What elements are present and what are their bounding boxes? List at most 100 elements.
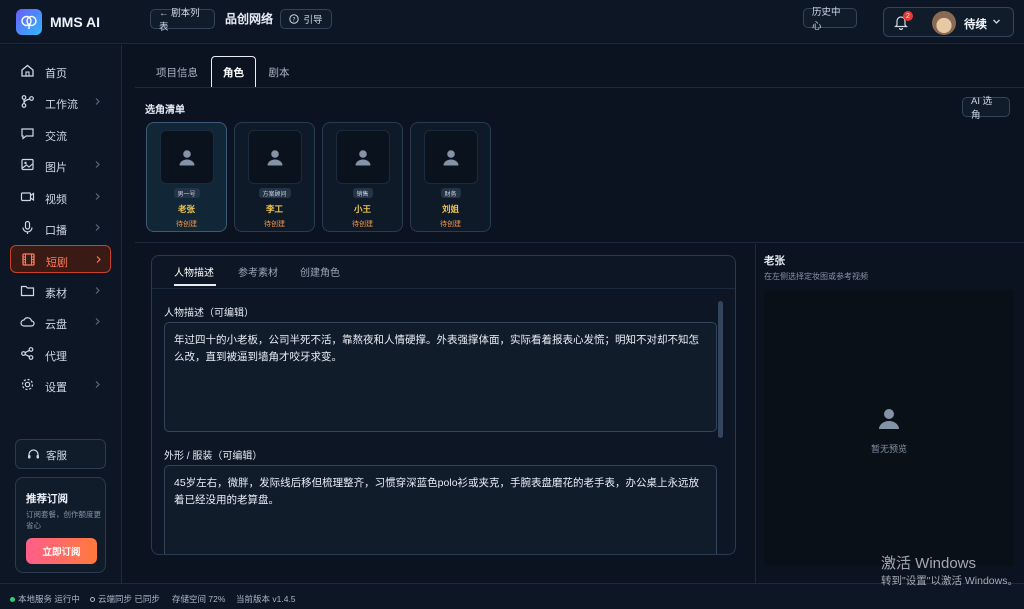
chevron-down-icon xyxy=(992,17,1001,29)
guide-label: 引导 xyxy=(303,15,323,26)
mic-icon xyxy=(20,220,35,238)
sidebar-item-label: 工作流 xyxy=(45,99,78,112)
sidebar-item-mic[interactable]: 口播 xyxy=(10,214,111,242)
role-card[interactable]: 销售 小王 待创建 xyxy=(322,122,403,232)
appearance-textarea[interactable]: 45岁左右，微胖，发际线后移但梳理整齐，习惯穿深蓝色polo衫或夹克，手腕表盘磨… xyxy=(164,465,717,554)
windows-activation-watermark: 激活 Windows xyxy=(881,555,977,572)
windows-activation-hint: 转到"设置"以激活 Windows。 xyxy=(881,575,1018,587)
sidebar-item-workflow[interactable]: 工作流 xyxy=(10,88,111,116)
role-avatar xyxy=(336,130,390,184)
chevron-right-icon xyxy=(94,160,101,172)
tab-script[interactable]: 剧本 xyxy=(261,56,297,88)
tab-character-description[interactable]: 人物描述 xyxy=(174,264,216,286)
sidebar-item-label: 代理 xyxy=(45,350,67,363)
user-menu[interactable]: 2 待续 xyxy=(883,7,1014,37)
headset-icon xyxy=(27,448,40,464)
role-tag: 销售 xyxy=(352,188,373,198)
sidebar-item-folder[interactable]: 素材 xyxy=(10,277,111,305)
subscribe-now-button[interactable]: 立即订阅 xyxy=(26,538,97,564)
status-dot-icon xyxy=(10,596,15,602)
sidebar-item-label: 首页 xyxy=(45,68,67,80)
sidebar-item-home[interactable]: 首页 xyxy=(10,57,111,85)
sidebar-item-label: 视频 xyxy=(45,193,67,206)
chat-icon xyxy=(20,126,35,144)
sidebar-item-film[interactable]: 短剧 xyxy=(10,245,111,274)
chevron-right-icon xyxy=(94,97,101,109)
appearance-label: 外形 / 服装（可编辑） xyxy=(164,451,263,462)
ai-casting-button[interactable]: AI 选角 xyxy=(962,96,1010,121)
tab-reference-material[interactable]: 参考素材 xyxy=(238,264,278,286)
preview-panel: 老张 在左侧选择定妆图或参考视频 暂无预览 xyxy=(755,244,1024,583)
sidebar-item-label: 云盘 xyxy=(45,319,67,332)
chevron-right-icon xyxy=(95,255,102,267)
local-service-status: 本地服务 运行中 xyxy=(10,593,80,605)
history-center-button[interactable]: 历史中心 xyxy=(803,7,857,32)
user-name: 待续 xyxy=(964,19,987,31)
sidebar-item-label: 设置 xyxy=(45,382,67,394)
sidebar-item-label: 素材 xyxy=(45,287,67,300)
chevron-right-icon xyxy=(94,192,101,204)
sidebar-item-video[interactable]: 视频 xyxy=(10,183,111,211)
role-status: 待创建 xyxy=(440,221,461,228)
sidebar-item-chat[interactable]: 交流 xyxy=(10,120,111,148)
guide-button[interactable]: ? 引导 xyxy=(280,9,332,29)
preview-empty-text: 暂无预览 xyxy=(870,444,907,454)
sidebar-item-share[interactable]: 代理 xyxy=(10,340,111,368)
user-placeholder-icon xyxy=(267,150,283,166)
chevron-right-icon xyxy=(94,317,101,329)
description-label: 人物描述（可编辑） xyxy=(164,308,254,319)
sidebar-item-label: 口播 xyxy=(45,225,67,237)
role-card[interactable]: 方案顾问 李工 待创建 xyxy=(234,122,315,232)
app-logo[interactable]: MMS AI xyxy=(16,9,100,35)
tab-roles[interactable]: 角色 xyxy=(211,56,256,88)
role-card[interactable]: 财务 刘姐 待创建 xyxy=(410,122,491,232)
role-name: 刘姐 xyxy=(441,204,459,214)
version-label: 当前版本 v1.4.5 xyxy=(236,594,296,604)
back-to-script-list-button[interactable]: ← 剧本列表 xyxy=(150,8,215,33)
role-name: 小王 xyxy=(353,204,371,214)
role-tag: 财务 xyxy=(440,188,461,198)
sidebar: 首页工作流交流图片视频口播短剧素材云盘代理设置 客服 推荐订阅 订阅套餐，创作额… xyxy=(0,45,122,583)
role-status: 待创建 xyxy=(176,221,197,228)
scrollbar[interactable] xyxy=(718,301,723,438)
description-textarea[interactable]: 年过四十的小老板，公司半死不活，靠熬夜和人情硬撑。外表强撑体面，实际看着报表心发… xyxy=(164,322,717,432)
sidebar-item-image[interactable]: 图片 xyxy=(10,151,111,179)
avatar[interactable] xyxy=(932,11,956,35)
subscription-card: 推荐订阅 订阅套餐，创作额度更省心 立即订阅 xyxy=(15,477,106,573)
tab-create-character[interactable]: 创建角色 xyxy=(300,264,340,286)
user-placeholder-icon xyxy=(877,406,901,433)
preview-area: 暂无预览 xyxy=(764,290,1014,566)
sidebar-item-cloud[interactable]: 云盘 xyxy=(10,308,111,336)
top-bar: MMS AI ← 剧本列表 品创网络 ? 引导 历史中心 2 待续 xyxy=(0,0,1024,44)
folder-icon xyxy=(20,283,35,301)
user-placeholder-icon xyxy=(179,150,195,166)
character-detail-panel: 人物描述 参考素材 创建角色 人物描述（可编辑） 年过四十的小老板，公司半死不活… xyxy=(151,255,736,555)
gear-icon xyxy=(20,377,35,395)
role-avatar xyxy=(160,130,214,184)
chevron-right-icon xyxy=(94,380,101,392)
video-icon xyxy=(20,189,35,207)
sidebar-item-label: 交流 xyxy=(45,130,67,143)
section-divider xyxy=(135,242,1024,243)
customer-service-button[interactable]: 客服 xyxy=(15,439,106,469)
page-title: 品创网络 xyxy=(225,12,274,26)
tab-project-info[interactable]: 项目信息 xyxy=(147,56,207,88)
subscription-desc: 订阅套餐，创作额度更省心 xyxy=(26,510,101,530)
status-bar: 本地服务 运行中 云端同步 已同步 存储空间 72% 当前版本 v1.4.5 xyxy=(0,583,1024,609)
chevron-right-icon xyxy=(94,286,101,298)
brain-logo-icon xyxy=(16,9,42,35)
role-avatar xyxy=(424,130,478,184)
cloud-icon xyxy=(20,314,35,332)
user-placeholder-icon xyxy=(355,150,371,166)
role-card[interactable]: 男一号 老张 待创建 xyxy=(146,122,227,232)
customer-service-label: 客服 xyxy=(46,450,67,462)
main-content: 项目信息 角色 剧本 选角清单 AI 选角 男一号 老张 待创建 方案顾问 李工 待创建销… xyxy=(135,56,1024,583)
sidebar-item-label: 图片 xyxy=(45,162,67,175)
role-status: 待创建 xyxy=(264,221,285,228)
chevron-right-icon xyxy=(94,223,101,235)
sidebar-item-gear[interactable]: 设置 xyxy=(10,371,111,399)
cloud-sync-text: 云端同步 已同步 xyxy=(98,594,160,604)
role-list-title: 选角清单 xyxy=(145,105,185,116)
user-placeholder-icon xyxy=(443,150,459,166)
local-service-text: 本地服务 运行中 xyxy=(18,594,80,604)
